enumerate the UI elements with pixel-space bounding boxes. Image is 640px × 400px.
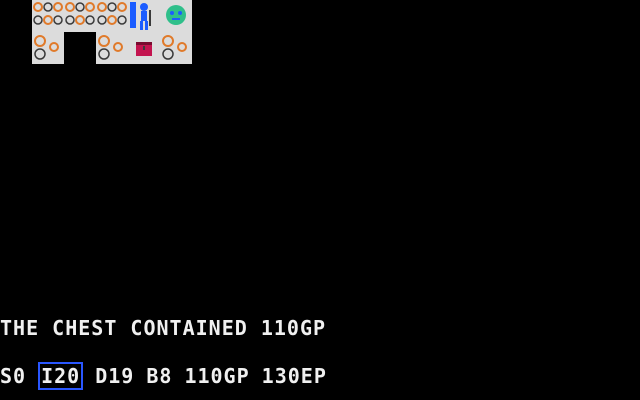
rock-wall-icon [96,0,128,32]
stat-s: S0 [0,364,27,388]
rock-wall-icon [160,32,192,64]
treasure-chest-icon [128,32,160,64]
stat-b: B8 [146,364,173,388]
rock-wall-icon [96,32,128,64]
rock-wall-icon [32,32,64,64]
stat-i: I20 [38,362,84,390]
stat-d: D19 [95,364,135,388]
doorway-icon [64,32,96,64]
game-message: THE CHEST CONTAINED 110GP [0,316,327,340]
green-face-monster-icon [160,0,192,32]
stat-gold: 110GP [184,364,250,388]
rock-wall-icon [32,0,64,32]
adventurer-icon [128,0,160,32]
stat-exp: 130EP [261,364,327,388]
rock-wall-icon [64,0,96,32]
status-line: S0 I20 D19 B8 110GP 130EP [0,362,339,390]
